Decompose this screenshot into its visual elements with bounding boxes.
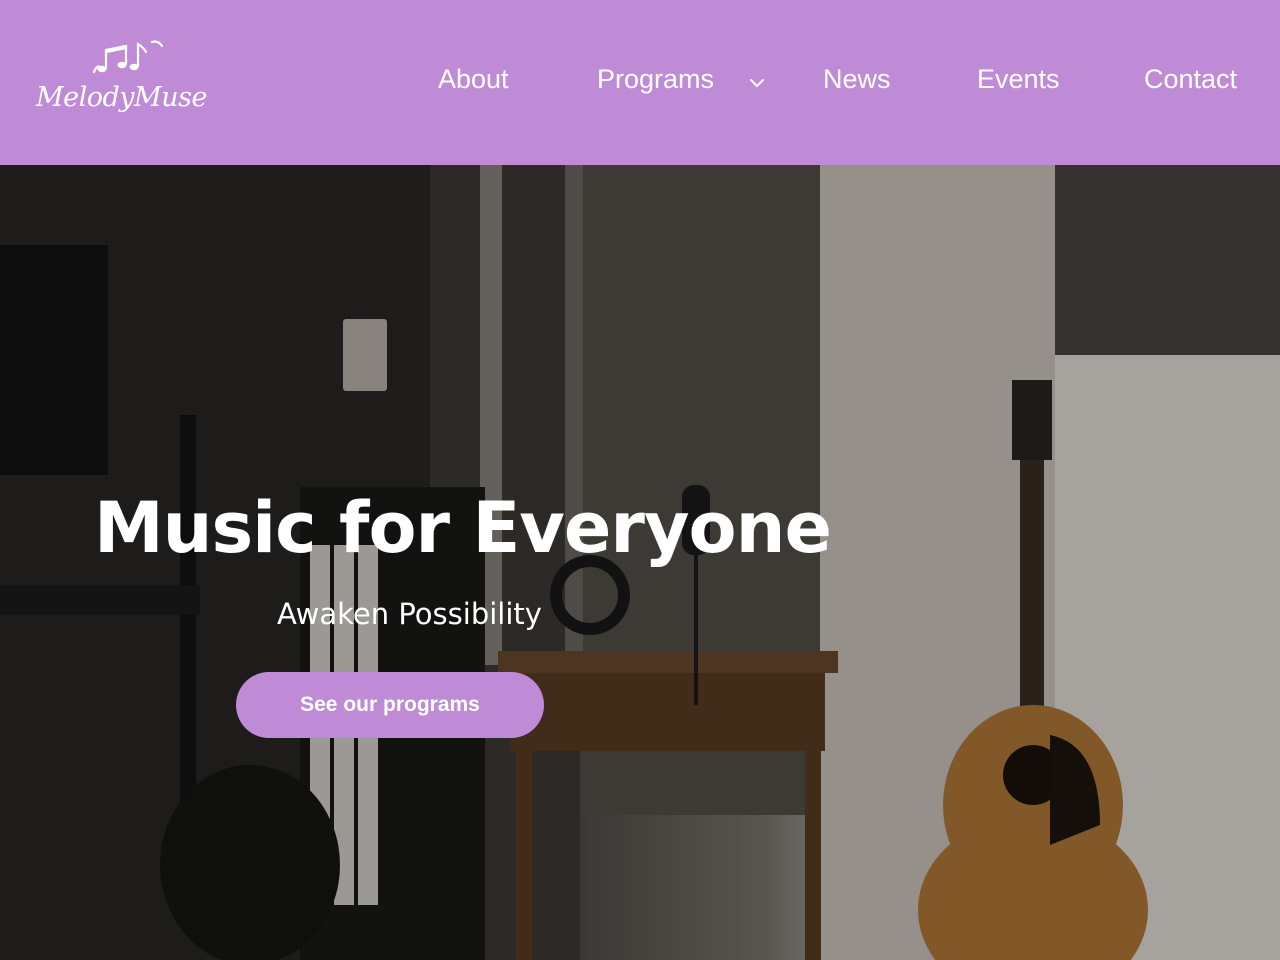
see-programs-button[interactable]: See our programs: [236, 672, 544, 738]
nav-item-news[interactable]: News: [823, 64, 891, 95]
nav-item-about[interactable]: About: [438, 64, 509, 95]
hero-title: Music for Everyone: [94, 487, 832, 569]
nav-item-programs[interactable]: Programs: [597, 64, 714, 95]
main-nav: About Programs News Events Contact: [0, 0, 1280, 165]
hero-subtitle: Awaken Possibility: [277, 597, 542, 631]
chevron-down-icon[interactable]: [748, 74, 766, 92]
nav-item-events[interactable]: Events: [977, 64, 1060, 95]
nav-item-contact[interactable]: Contact: [1144, 64, 1237, 95]
hero-section: Music for Everyone Awaken Possibility Se…: [0, 165, 1280, 960]
site-header: MelodyMuse About Programs News Events Co…: [0, 0, 1280, 165]
